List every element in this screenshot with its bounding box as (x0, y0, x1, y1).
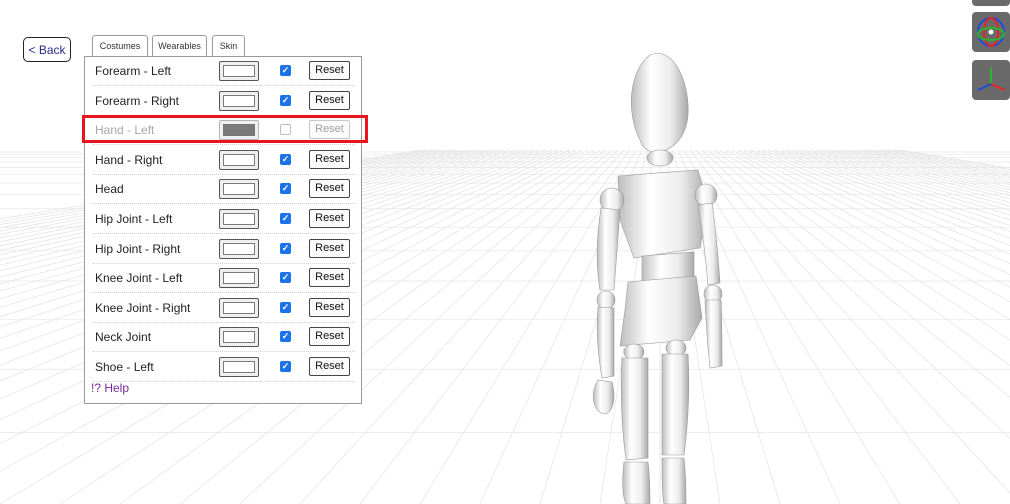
skin-row: Hip Joint - Right ✓ Reset (93, 235, 355, 264)
axes-tool-button[interactable] (972, 60, 1010, 100)
skin-row-label: Forearm - Right (95, 93, 180, 108)
skin-row-label: Hip Joint - Left (95, 212, 173, 226)
tab-wearables[interactable]: Wearables (152, 35, 207, 57)
color-swatch[interactable] (219, 90, 259, 111)
rotate-gizmo-icon (977, 17, 1005, 47)
help-link[interactable]: !? Help (91, 381, 129, 395)
color-swatch[interactable] (219, 179, 259, 200)
skin-row: Shoe - Left ✓ Reset (93, 353, 355, 382)
reset-button[interactable]: Reset (309, 327, 350, 347)
skin-row: Hand - Right ✓ Reset (93, 146, 355, 175)
reset-button[interactable]: Reset (309, 238, 350, 258)
skin-row: Neck Joint ✓ Reset (93, 323, 355, 353)
skin-row-label: Hand - Right (95, 152, 163, 167)
visibility-checkbox[interactable]: ✓ (280, 331, 291, 343)
color-swatch[interactable] (219, 327, 259, 348)
reset-button[interactable]: Reset (309, 90, 350, 110)
skin-row: Hip Joint - Left ✓ Reset (93, 205, 355, 234)
visibility-checkbox[interactable]: ✓ (280, 272, 291, 284)
skin-row: Forearm - Right ✓ Reset (93, 87, 355, 116)
visibility-checkbox[interactable]: ✓ (280, 65, 291, 76)
visibility-checkbox[interactable]: ✓ (280, 242, 291, 254)
skin-row-label: Hip Joint - Right (95, 241, 181, 256)
back-button[interactable]: < Back (23, 37, 71, 62)
color-swatch[interactable] (219, 238, 259, 259)
reset-button[interactable]: Reset (309, 268, 350, 288)
skin-row-label: Head (95, 182, 124, 197)
reset-button[interactable]: Reset (309, 209, 350, 228)
reset-button[interactable]: Reset (309, 357, 350, 376)
rotate-tool-button[interactable] (972, 12, 1010, 52)
visibility-checkbox[interactable]: ✓ (280, 183, 291, 195)
visibility-checkbox[interactable]: ✓ (280, 301, 291, 313)
skin-row: Forearm - Left ✓ Reset (93, 57, 355, 86)
color-swatch[interactable] (219, 209, 259, 229)
selection-highlight (82, 115, 368, 143)
skin-row-label: Neck Joint (95, 330, 152, 345)
skin-row: Knee Joint - Right ✓ Reset (93, 294, 355, 323)
color-swatch[interactable] (219, 149, 259, 170)
reset-button[interactable]: Reset (309, 149, 350, 169)
skin-row-label: Shoe - Left (95, 360, 154, 374)
skin-row: Knee Joint - Left ✓ Reset (93, 264, 355, 294)
tab-skin[interactable]: Skin (212, 35, 245, 58)
visibility-checkbox[interactable]: ✓ (280, 153, 291, 165)
visibility-checkbox[interactable]: ✓ (280, 94, 291, 106)
skin-row-label: Knee Joint - Left (95, 271, 183, 286)
skin-panel: Forearm - Left ✓ Reset Forearm - Right ✓ Rese… (84, 56, 362, 404)
color-swatch[interactable] (219, 297, 259, 318)
reset-button[interactable]: Reset (309, 297, 350, 317)
skin-row: Head ✓ Reset (93, 175, 355, 205)
reset-button[interactable]: Reset (309, 61, 350, 80)
color-swatch[interactable] (219, 357, 259, 377)
color-swatch[interactable] (219, 268, 259, 289)
axes-gizmo-icon (977, 68, 1006, 91)
color-swatch[interactable] (219, 61, 259, 81)
skin-row-label: Knee Joint - Right (95, 300, 191, 315)
tool-button-top[interactable] (972, 0, 1010, 6)
tab-costumes[interactable]: Costumes (92, 35, 148, 57)
skin-row-label: Forearm - Left (95, 64, 172, 78)
visibility-checkbox[interactable]: ✓ (280, 213, 291, 224)
reset-button[interactable]: Reset (309, 179, 350, 199)
visibility-checkbox[interactable]: ✓ (280, 361, 291, 372)
